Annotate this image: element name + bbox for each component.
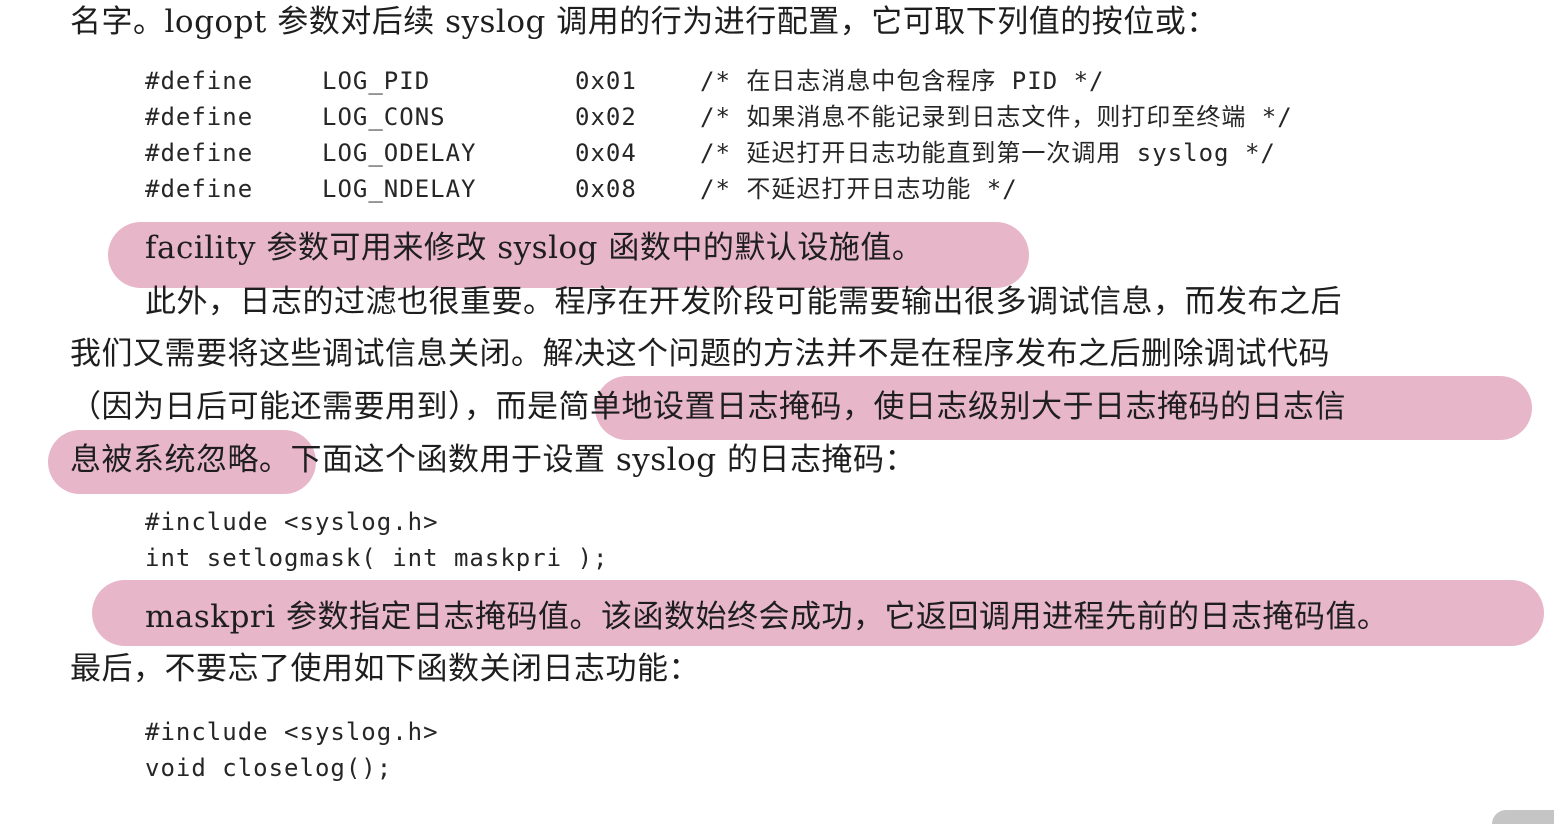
define-keyword: #define — [145, 139, 254, 167]
define-name: LOG_NDELAY — [322, 175, 477, 203]
code-include-syslog-2: #include <syslog.h> — [145, 718, 439, 746]
scroll-handle[interactable] — [1492, 810, 1554, 824]
define-keyword: #define — [145, 175, 254, 203]
paragraph-filter-line-4: 息被系统忽略。下面这个函数用于设置 syslog 的日志掩码： — [70, 442, 916, 478]
define-value: 0x01 — [575, 67, 637, 95]
code-include-syslog: #include <syslog.h> — [145, 508, 439, 536]
define-name: LOG_PID — [322, 67, 431, 95]
code-setlogmask-prototype: int setlogmask( int maskpri ); — [145, 544, 609, 572]
closing-line: 最后，不要忘了使用如下函数关闭日志功能： — [70, 651, 700, 687]
define-comment: /* 不延迟打开日志功能 */ — [700, 175, 1018, 203]
paragraph-filter-line-1: 此外，日志的过滤也很重要。程序在开发阶段可能需要输出很多调试信息，而发布之后 — [145, 284, 1342, 320]
define-value: 0x02 — [575, 103, 637, 131]
paragraph-filter-line-2: 我们又需要将这些调试信息关闭。解决这个问题的方法并不是在程序发布之后删除调试代码 — [70, 336, 1330, 372]
maskpri-line: maskpri 参数指定日志掩码值。该函数始终会成功，它返回调用进程先前的日志掩… — [145, 599, 1389, 635]
define-comment: /* 延迟打开日志功能直到第一次调用 syslog */ — [700, 139, 1276, 167]
define-keyword: #define — [145, 67, 254, 95]
define-comment: /* 在日志消息中包含程序 PID */ — [700, 67, 1105, 95]
define-value: 0x08 — [575, 175, 637, 203]
code-closelog-prototype: void closelog(); — [145, 754, 393, 782]
define-comment: /* 如果消息不能记录到日志文件，则打印至终端 */ — [700, 103, 1293, 131]
book-page: 名字。logopt 参数对后续 syslog 调用的行为进行配置，它可取下列值的… — [0, 0, 1554, 824]
define-value: 0x04 — [575, 139, 637, 167]
define-name: LOG_ODELAY — [322, 139, 477, 167]
intro-line: 名字。logopt 参数对后续 syslog 调用的行为进行配置，它可取下列值的… — [70, 4, 1218, 40]
define-name: LOG_CONS — [322, 103, 446, 131]
facility-line: facility 参数可用来修改 syslog 函数中的默认设施值。 — [145, 230, 924, 266]
define-keyword: #define — [145, 103, 254, 131]
paragraph-filter-line-3: （因为日后可能还需要用到），而是简单地设置日志掩码，使日志级别大于日志掩码的日志… — [70, 389, 1346, 425]
